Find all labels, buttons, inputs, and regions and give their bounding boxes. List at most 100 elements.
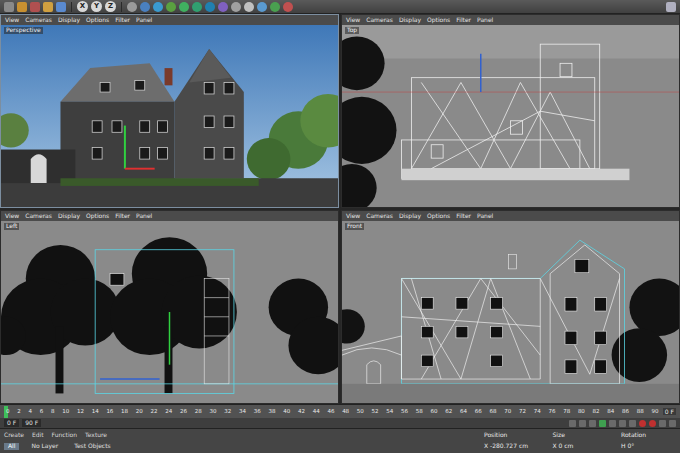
layer-tab[interactable]: No Layer [27, 443, 62, 450]
coord-header: Position [484, 432, 539, 439]
tool-icon[interactable] [4, 2, 14, 12]
tool-icon[interactable] [283, 2, 293, 12]
layout-icon[interactable] [666, 2, 676, 12]
viewport[interactable]: View Cameras Display Options Filter Panel Fron… [341, 210, 680, 404]
record-icon[interactable] [649, 420, 656, 427]
viewport-canvas[interactable]: Perspective [1, 25, 338, 207]
transport-icon[interactable] [669, 420, 676, 427]
menu-item[interactable]: View [346, 213, 360, 219]
menu-item[interactable]: Filter [115, 17, 130, 23]
viewport[interactable]: View Cameras Display Options Filter Panel Left [0, 210, 339, 404]
left-scene [1, 221, 338, 403]
menu-item[interactable]: Filter [456, 17, 471, 23]
menu-item[interactable]: Function [52, 432, 78, 439]
layer-tab[interactable]: Test Objects [70, 443, 114, 450]
frame-tick: 20 [136, 409, 143, 415]
viewport-label: Left [4, 223, 19, 230]
tool-icon[interactable] [179, 2, 189, 12]
frame-tick: 6 [40, 409, 44, 415]
layer-tab[interactable]: All [4, 443, 19, 450]
menu-item[interactable]: Panel [477, 17, 493, 23]
viewport-canvas[interactable]: Front [342, 221, 679, 403]
axis-button[interactable]: Y [91, 1, 102, 12]
axis-button[interactable]: Z [105, 1, 116, 12]
main-toolbar: XYZ [0, 0, 680, 14]
menu-item[interactable]: Cameras [25, 213, 52, 219]
viewport-grid: View Cameras Display Options Filter Panel Pers… [0, 14, 680, 404]
viewport-menu-bar: View Cameras Display Options Filter Panel [1, 15, 338, 25]
tool-icon[interactable] [270, 2, 280, 12]
coord-field[interactable]: X 0 cm [553, 443, 608, 450]
menu-item[interactable]: Create [4, 432, 24, 439]
transport-icon[interactable] [579, 420, 586, 427]
transport-icon[interactable] [609, 420, 616, 427]
tool-icon[interactable] [244, 2, 254, 12]
menu-item[interactable]: Texture [85, 432, 107, 439]
tool-icon[interactable] [140, 2, 150, 12]
menu-item[interactable]: Display [399, 213, 421, 219]
menu-item[interactable]: Cameras [25, 17, 52, 23]
coord-field[interactable]: H 0° [621, 443, 676, 450]
transport-icon[interactable] [569, 420, 576, 427]
viewport-canvas[interactable]: Left [1, 221, 338, 403]
playback-controls: 0 F90 F [0, 418, 680, 428]
viewport[interactable]: View Cameras Display Options Filter Panel Pers… [0, 14, 339, 208]
coord-headers: PositionSizeRotation [484, 432, 676, 439]
end-frame-field[interactable]: 90 F [22, 419, 41, 427]
menu-item[interactable]: Options [427, 17, 450, 23]
menu-item[interactable]: Edit [32, 432, 44, 439]
layer-tabs: All No Layer Test Objects [4, 443, 476, 450]
menu-item[interactable]: Options [86, 213, 109, 219]
tool-icon[interactable] [166, 2, 176, 12]
menu-item[interactable]: Panel [477, 213, 493, 219]
frame-tick: 68 [489, 409, 496, 415]
viewport[interactable]: View Cameras Display Options Filter Panel Top [341, 14, 680, 208]
tool-icon[interactable] [43, 2, 53, 12]
frame-tick: 32 [224, 409, 231, 415]
frame-tick: 70 [504, 409, 511, 415]
play-icon[interactable] [599, 420, 606, 427]
coord-field[interactable]: X -280.727 cm [484, 443, 539, 450]
frame-tick: 4 [28, 409, 32, 415]
tool-icon[interactable] [30, 2, 40, 12]
separator [71, 2, 72, 12]
coord-values: X -280.727 cm X 0 cm H 0° [484, 443, 676, 450]
menu-item[interactable]: View [5, 17, 19, 23]
tool-icon[interactable] [153, 2, 163, 12]
menu-item[interactable]: Panel [136, 17, 152, 23]
tool-icon[interactable] [257, 2, 267, 12]
transport-icon[interactable] [589, 420, 596, 427]
menu-item[interactable]: Cameras [366, 17, 393, 23]
menu-item[interactable]: Options [427, 213, 450, 219]
viewport-label: Front [345, 223, 364, 230]
menu-item[interactable]: Panel [136, 213, 152, 219]
menu-item[interactable]: Filter [456, 213, 471, 219]
frame-tick: 30 [210, 409, 217, 415]
record-icon[interactable] [639, 420, 646, 427]
tool-icon[interactable] [192, 2, 202, 12]
tool-icon[interactable] [205, 2, 215, 12]
tool-icon[interactable] [218, 2, 228, 12]
menu-item[interactable]: Display [58, 17, 80, 23]
menu-item[interactable]: View [346, 17, 360, 23]
menu-item[interactable]: Cameras [366, 213, 393, 219]
frame-tick: 74 [534, 409, 541, 415]
menu-item[interactable]: Options [86, 17, 109, 23]
axis-button[interactable]: X [77, 1, 88, 12]
tool-icon[interactable] [56, 2, 66, 12]
transport-icon[interactable] [619, 420, 626, 427]
viewport-label: Top [345, 27, 359, 34]
tool-icon[interactable] [127, 2, 137, 12]
start-frame-field[interactable]: 0 F [4, 419, 19, 427]
menu-item[interactable]: Display [58, 213, 80, 219]
transport-icon[interactable] [629, 420, 636, 427]
frame-tick: 22 [151, 409, 158, 415]
transport-icon[interactable] [659, 420, 666, 427]
tool-icon[interactable] [231, 2, 241, 12]
menu-item[interactable]: Filter [115, 213, 130, 219]
tool-icon[interactable] [17, 2, 27, 12]
viewport-canvas[interactable]: Top [342, 25, 679, 207]
menu-item[interactable]: Display [399, 17, 421, 23]
menu-item[interactable]: View [5, 213, 19, 219]
timeline-track[interactable]: 0246810121416182022242628303234363840424… [6, 406, 659, 418]
